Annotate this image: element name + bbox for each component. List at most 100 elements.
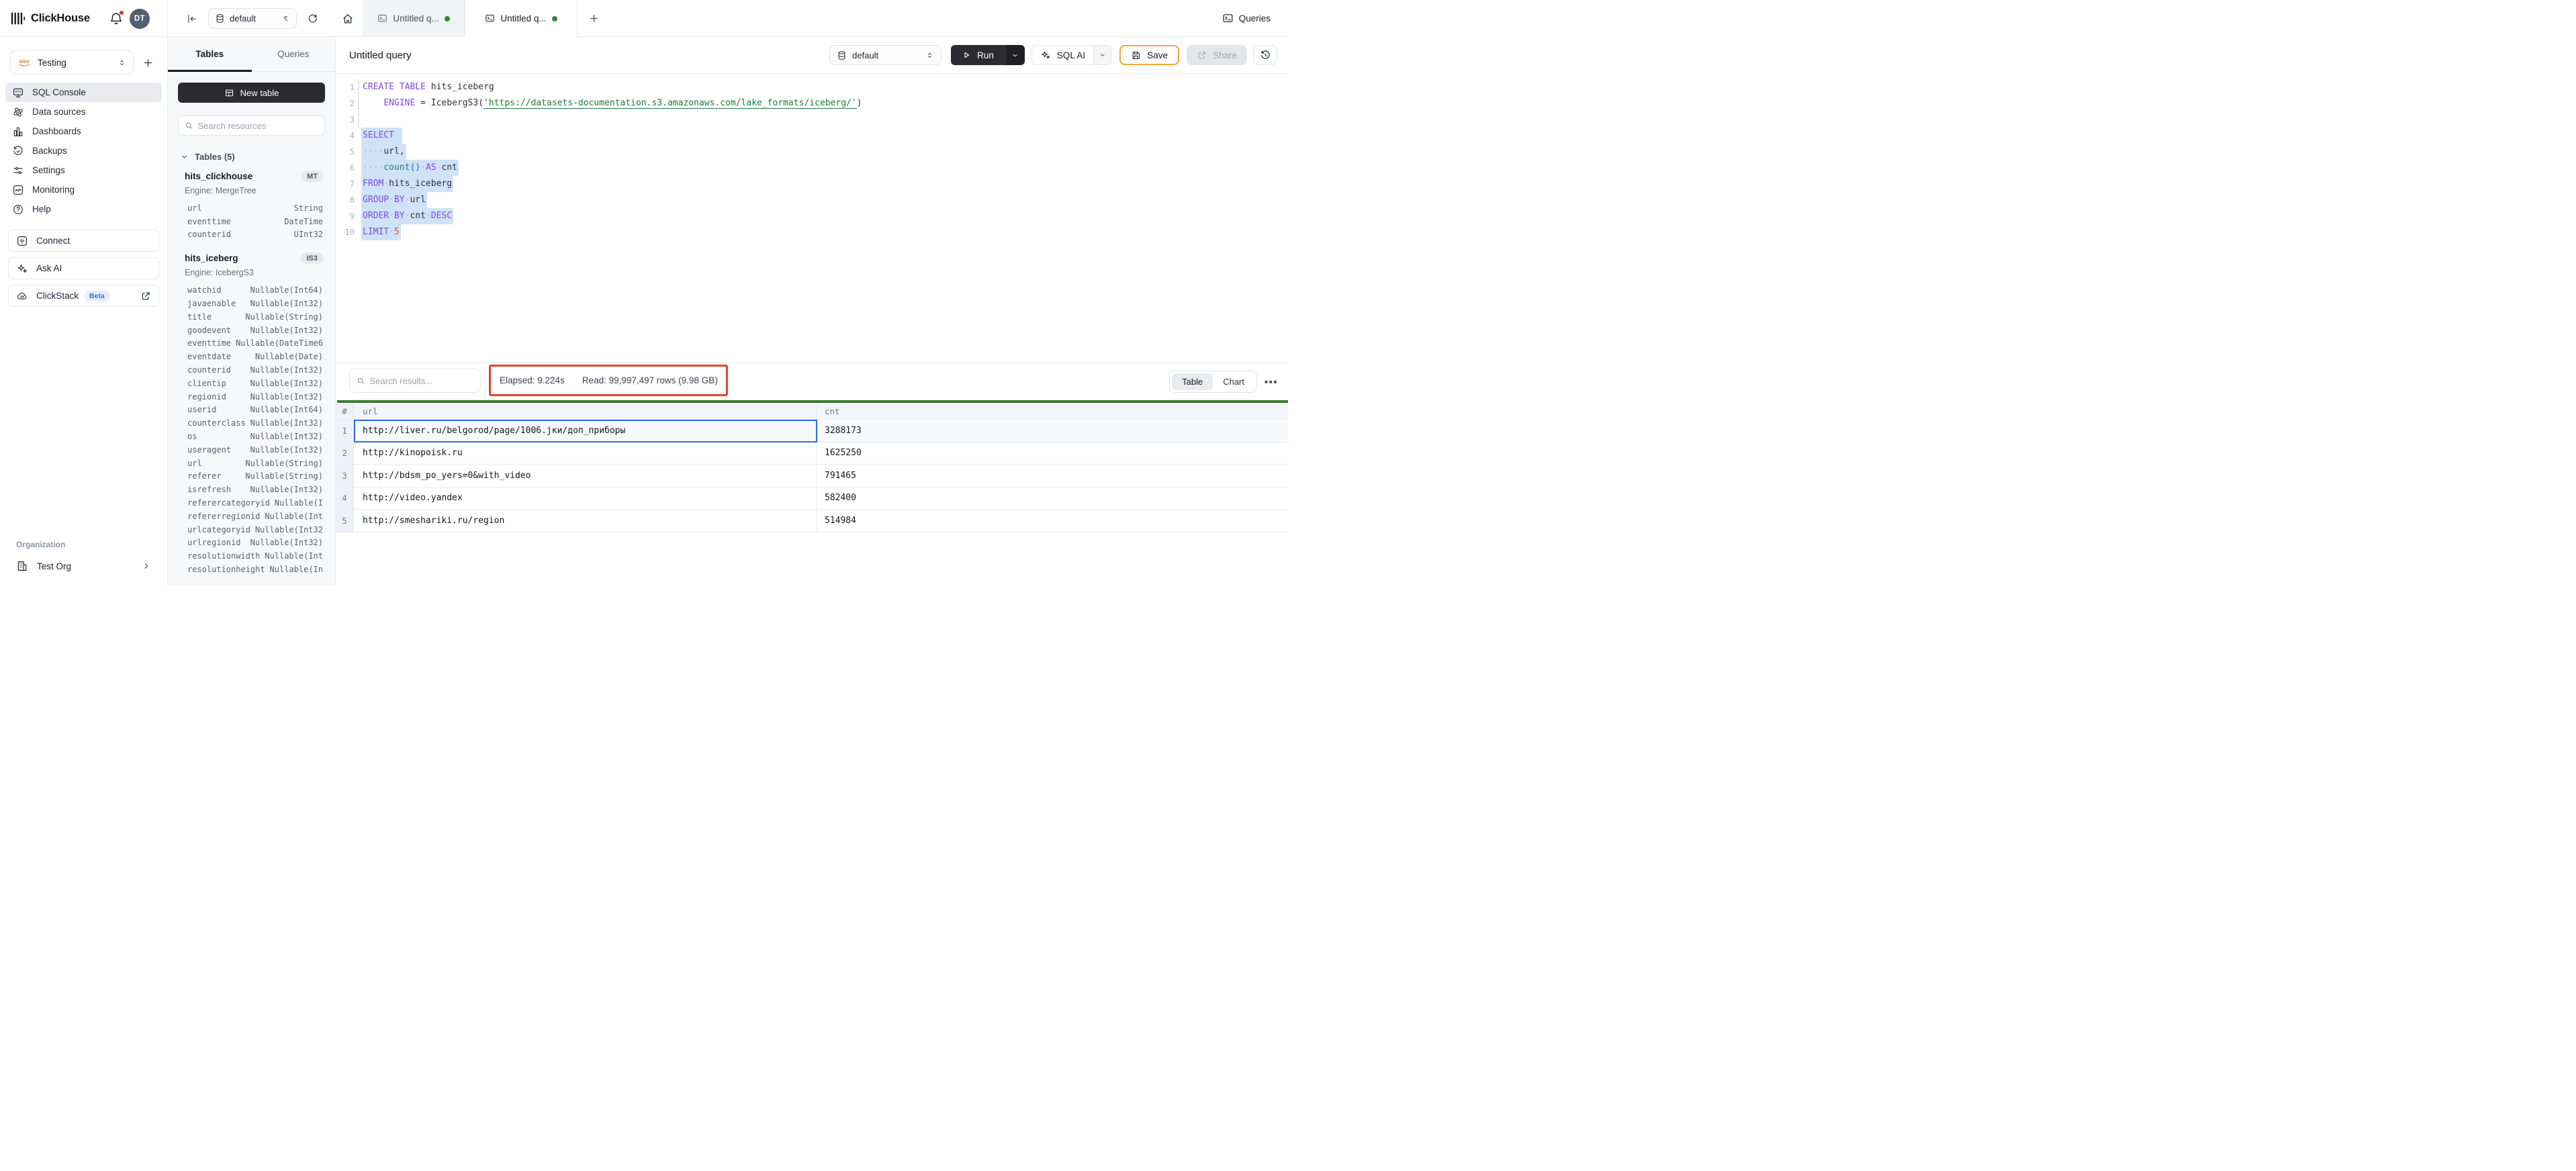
whitespace-dots: · xyxy=(389,227,394,237)
whitespace-dots: · xyxy=(420,162,426,173)
organization-item[interactable]: Test Org xyxy=(5,556,162,576)
column-name: url xyxy=(187,459,202,468)
more-options-icon[interactable]: ••• xyxy=(1262,375,1280,389)
result-cell-cnt[interactable]: 514984 xyxy=(817,510,1288,532)
result-cell-cnt[interactable]: 3288173 xyxy=(817,420,1288,442)
resources-tabs: Tables Queries xyxy=(168,37,335,72)
search-icon xyxy=(357,376,365,385)
table-entry-hits-clickhouse: hits_clickhouse MT Engine: MergeTree url… xyxy=(178,171,325,241)
column-name: referer xyxy=(187,471,222,481)
workspace-select[interactable]: aws Testing xyxy=(10,50,134,75)
line-number: 8 xyxy=(336,192,355,208)
column-row: url Nullable(String) xyxy=(178,457,325,470)
resources-search[interactable] xyxy=(178,115,325,136)
column-name: watchid xyxy=(187,285,222,295)
column-type: Nullable(Int32) xyxy=(250,379,323,388)
sql-link-token[interactable]: 'https://datasets-documentation.s3.amazo… xyxy=(484,98,857,108)
results-search[interactable] xyxy=(349,369,481,393)
chevron-up-down-icon xyxy=(118,58,126,67)
column-row: userid Nullable(Int64) xyxy=(178,404,325,417)
tab-untitled-query-1[interactable]: Untitled q... xyxy=(363,0,465,37)
view-table-button[interactable]: Table xyxy=(1172,373,1213,390)
connect-icon xyxy=(16,235,28,247)
table-engine: Engine: IcebergS3 xyxy=(185,268,325,277)
table-row[interactable]: hits_iceberg IS3 xyxy=(178,252,325,264)
new-table-button[interactable]: New table xyxy=(178,83,325,103)
search-icon xyxy=(185,121,193,130)
whitespace-dots: ···· xyxy=(363,162,383,173)
tab-untitled-query-2[interactable]: Untitled q... xyxy=(465,0,578,37)
sidebar-item-label: Help xyxy=(32,204,51,214)
column-header-url[interactable]: url xyxy=(363,406,378,416)
editor-database-select[interactable]: default xyxy=(829,45,941,65)
tab-queries[interactable]: Queries xyxy=(252,37,336,71)
result-cell-cnt[interactable]: 1625250 xyxy=(817,442,1288,465)
column-type: Nullable(Int64) xyxy=(250,405,323,414)
run-button[interactable]: Run xyxy=(951,45,1025,65)
row-number-cell: 1 xyxy=(336,420,354,442)
sql-token: BY xyxy=(394,211,405,221)
sidebar-item-monitoring[interactable]: Monitoring xyxy=(5,180,162,199)
refresh-icon[interactable] xyxy=(302,9,322,29)
sidebar-item-settings[interactable]: Settings xyxy=(5,160,162,180)
query-title[interactable]: Untitled query xyxy=(349,50,829,61)
column-row: refererregionid Nullable(Int xyxy=(178,510,325,523)
clickhouse-logo-icon[interactable] xyxy=(11,11,25,26)
engine-badge: IS3 xyxy=(300,252,324,264)
sidebar-nav: SQL Console Data sources xyxy=(0,83,167,219)
column-type: DateTime xyxy=(284,217,323,226)
tab-tables[interactable]: Tables xyxy=(168,37,252,71)
queries-button[interactable]: Queries xyxy=(1222,13,1271,24)
result-cell-url[interactable]: http://smeshariki.ru/region xyxy=(354,510,817,532)
result-cell-url-selected[interactable]: http://liver.ru/belgorod/page/1006.jки/д… xyxy=(354,420,817,442)
tables-group-toggle[interactable]: Tables (5) xyxy=(178,152,325,162)
results-search-input[interactable] xyxy=(369,376,473,386)
sidebar-item-help[interactable]: Help xyxy=(5,199,162,219)
gutter-divider xyxy=(358,79,359,128)
result-cell-url[interactable]: http://kinopoisk.ru xyxy=(354,442,817,465)
workspace-row: aws Testing xyxy=(10,50,159,75)
sidebar-item-data-sources[interactable]: Data sources xyxy=(5,102,162,122)
query-history-button[interactable] xyxy=(1253,45,1277,65)
column-header-cnt[interactable]: cnt xyxy=(825,406,840,416)
ask-ai-button[interactable]: Ask AI xyxy=(8,257,159,279)
connect-button[interactable]: Connect xyxy=(8,230,159,252)
brand-name: ClickHouse xyxy=(31,12,90,25)
sql-editor[interactable]: 1CREATE TABLE hits_iceberg 2 ENGINE = Ic… xyxy=(336,74,1288,363)
chevron-down-icon xyxy=(1099,52,1106,58)
result-cell-cnt[interactable]: 791465 xyxy=(817,465,1288,487)
view-chart-button[interactable]: Chart xyxy=(1213,373,1254,390)
share-button[interactable]: Share xyxy=(1187,45,1247,65)
clickstack-button[interactable]: ClickStack Beta xyxy=(8,285,159,307)
home-icon[interactable] xyxy=(333,7,363,31)
whitespace-dots: ···· xyxy=(363,146,383,156)
result-cell-url[interactable]: http://video.yandex xyxy=(354,487,817,510)
table-row[interactable]: hits_clickhouse MT xyxy=(178,171,325,182)
workspace-name: Testing xyxy=(38,58,118,68)
column-type: Nullable(Int32) xyxy=(250,485,323,494)
user-avatar[interactable]: DT xyxy=(130,9,150,29)
notifications-bell-icon[interactable] xyxy=(109,11,124,26)
save-button[interactable]: Save xyxy=(1119,45,1179,65)
result-cell-url[interactable]: http://bdsm_po_yers=0&with_video xyxy=(354,465,817,487)
column-name: userid xyxy=(187,405,216,414)
run-options-chevron[interactable] xyxy=(1005,45,1025,65)
backups-icon xyxy=(12,145,24,157)
resources-search-input[interactable] xyxy=(198,121,318,131)
new-tab-plus-icon[interactable] xyxy=(583,8,604,30)
collapse-panel-icon[interactable] xyxy=(181,8,203,30)
topbar-database-select[interactable]: default xyxy=(208,8,297,29)
column-type: UInt32 xyxy=(294,230,323,239)
sql-token: 5 xyxy=(394,227,400,237)
sidebar-item-backups[interactable]: Backups xyxy=(5,141,162,160)
result-cell-cnt[interactable]: 582400 xyxy=(817,487,1288,510)
sidebar-item-sql-console[interactable]: SQL Console xyxy=(5,83,162,102)
sql-token: url, xyxy=(383,146,404,156)
add-service-plus-icon[interactable] xyxy=(136,51,159,74)
sql-ai-button[interactable]: SQL AI xyxy=(1031,45,1111,65)
sql-ai-chevron[interactable] xyxy=(1093,46,1111,64)
results-table: # url cnt 1 http://liver.ru/belgorod/pag… xyxy=(336,403,1288,532)
query-stats-annotation: Elapsed: 9.224s Read: 99,997,497 rows (9… xyxy=(489,365,728,396)
sidebar-item-label: Backups xyxy=(32,146,67,156)
sidebar-item-dashboards[interactable]: Dashboards xyxy=(5,122,162,141)
